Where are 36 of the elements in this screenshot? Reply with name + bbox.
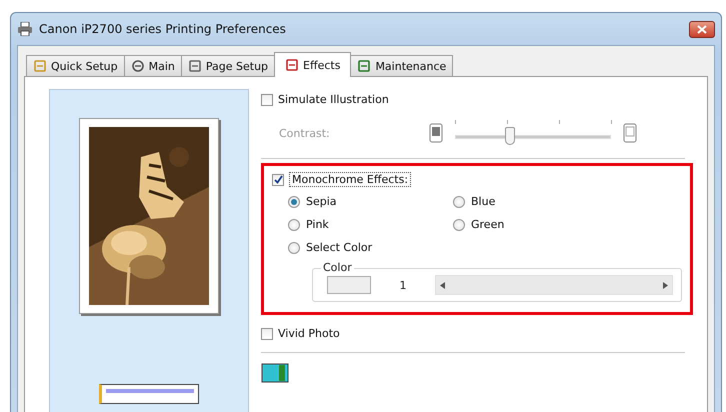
photo-icon	[261, 363, 289, 383]
radio-option[interactable]: Pink	[288, 218, 453, 231]
tab[interactable]: Effects	[274, 52, 352, 77]
radio-option[interactable]: Sepia	[288, 195, 453, 208]
tab-icon	[285, 58, 300, 72]
contrast-slider[interactable]	[455, 120, 611, 146]
simulate-illustration-checkbox[interactable]: Simulate Illustration	[261, 93, 693, 106]
document-icon	[99, 384, 199, 404]
tab-icon	[33, 59, 47, 73]
color-value: 1	[398, 278, 408, 292]
right-arrow-icon[interactable]	[663, 282, 668, 288]
tab[interactable]: Maintenance	[350, 55, 454, 76]
tab-icon	[130, 59, 145, 73]
tab[interactable]: Main	[124, 55, 182, 76]
contrast-label: Contrast:	[279, 126, 331, 140]
radio-option[interactable]: Select Color	[288, 241, 453, 254]
vivid-photo-checkbox[interactable]: Vivid Photo	[261, 327, 693, 340]
tab[interactable]: Quick Setup	[26, 55, 125, 76]
window-title: Canon iP2700 series Printing Preferences	[39, 22, 287, 36]
color-swatch	[327, 276, 371, 294]
tab[interactable]: Page Setup	[180, 55, 276, 76]
tab-icon	[188, 59, 202, 73]
light-page-icon	[623, 123, 637, 143]
checkbox[interactable]	[261, 328, 273, 340]
radio-option[interactable]: Blue	[453, 195, 690, 208]
group-label: Color	[321, 261, 354, 274]
color-scrollbar[interactable]	[435, 275, 673, 295]
close-button[interactable]	[689, 20, 715, 38]
printer-icon	[17, 22, 33, 36]
checkbox[interactable]	[261, 94, 273, 106]
radio-option[interactable]: Green	[453, 218, 690, 231]
checkbox[interactable]	[272, 174, 284, 186]
close-icon[interactable]	[697, 24, 707, 34]
left-arrow-icon[interactable]	[440, 282, 445, 288]
tab-icon	[357, 59, 372, 73]
dark-page-icon	[429, 123, 443, 143]
